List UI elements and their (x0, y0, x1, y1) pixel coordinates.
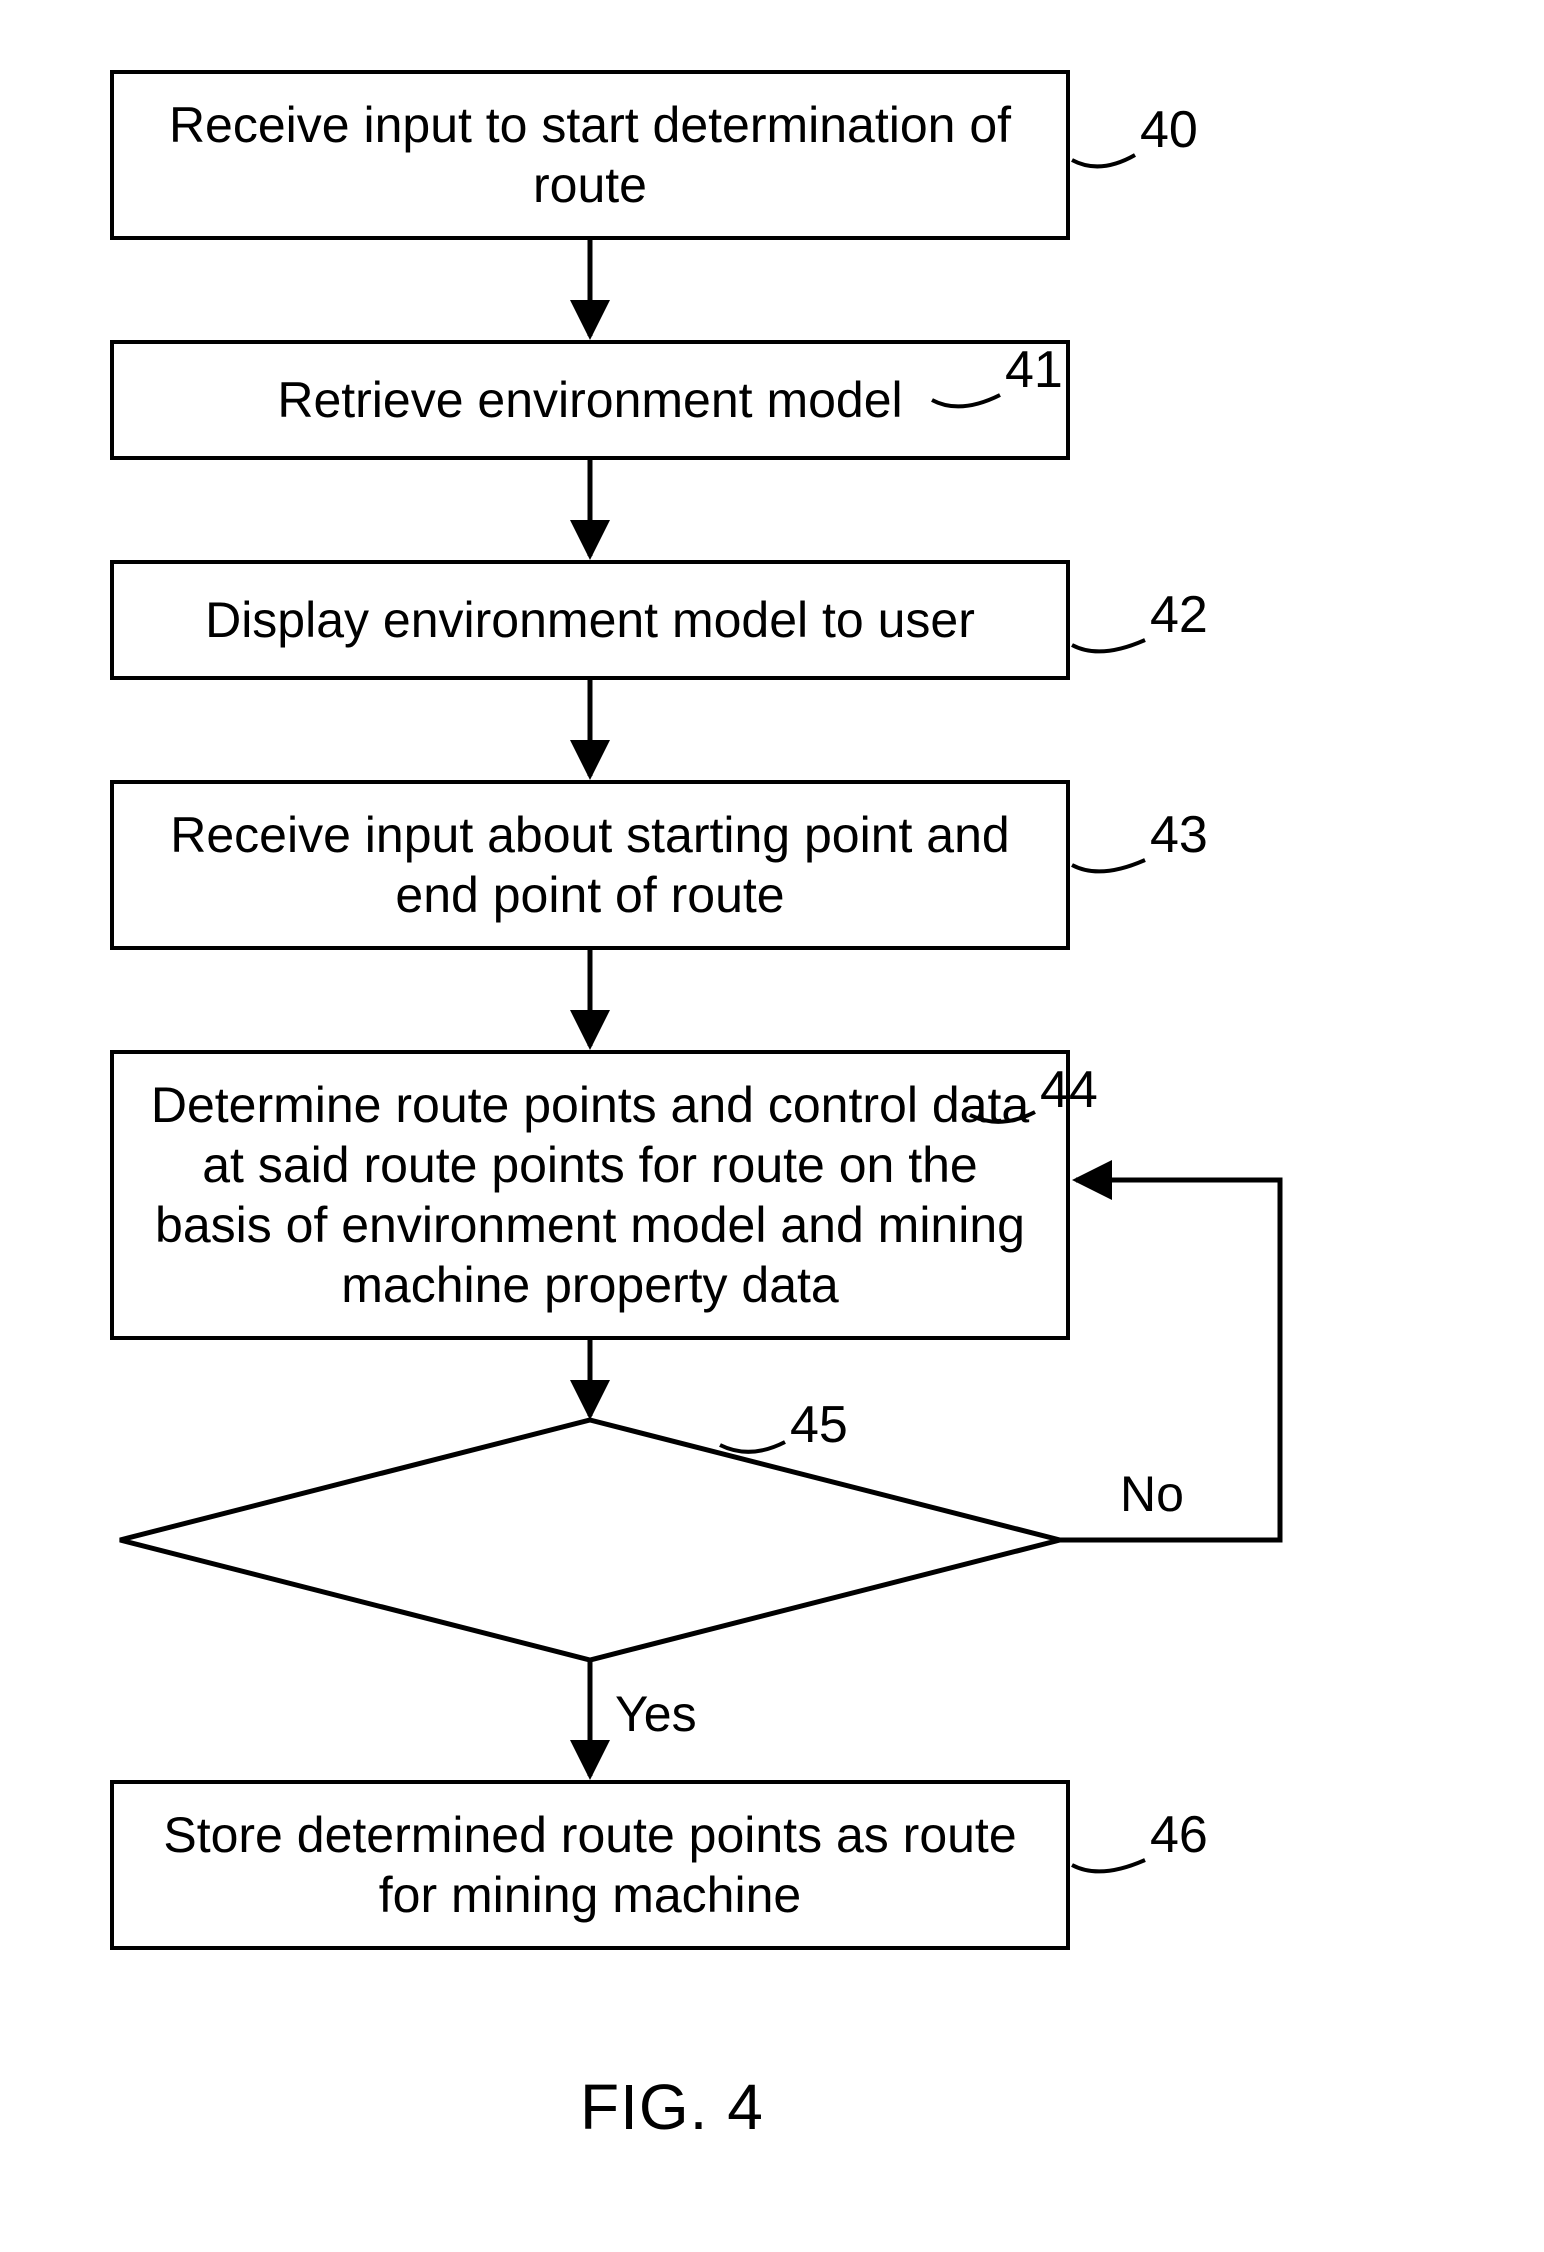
branch-no-label: No (1120, 1465, 1184, 1523)
ref-label-40: 40 (1140, 100, 1198, 160)
hook-40 (1072, 155, 1135, 166)
step-text: Determine route points and control data … (144, 1075, 1036, 1315)
step-determine-route-points: Determine route points and control data … (110, 1050, 1070, 1340)
decision-text: End point reached? (390, 1510, 840, 1568)
step-receive-start-end: Receive input about starting point and e… (110, 780, 1070, 950)
hook-43 (1072, 860, 1145, 871)
step-store-route: Store determined route points as route f… (110, 1780, 1070, 1950)
step-receive-input-start: Receive input to start determination of … (110, 70, 1070, 240)
hook-42 (1072, 640, 1145, 651)
hook-46 (1072, 1860, 1145, 1871)
step-text: Store determined route points as route f… (144, 1805, 1036, 1925)
step-display-env-model: Display environment model to user (110, 560, 1070, 680)
ref-label-42: 42 (1150, 585, 1208, 645)
step-text: Receive input to start determination of … (144, 95, 1036, 215)
branch-yes-label: Yes (615, 1685, 697, 1743)
ref-label-41: 41 (1005, 340, 1063, 400)
step-retrieve-env-model: Retrieve environment model (110, 340, 1070, 460)
hook-45 (720, 1442, 785, 1452)
ref-label-46: 46 (1150, 1805, 1208, 1865)
ref-label-43: 43 (1150, 805, 1208, 865)
step-text: Display environment model to user (205, 590, 975, 650)
step-text: Receive input about starting point and e… (144, 805, 1036, 925)
figure-caption: FIG. 4 (580, 2070, 764, 2144)
ref-label-44: 44 (1040, 1060, 1098, 1120)
ref-label-45: 45 (790, 1395, 848, 1455)
step-text: Retrieve environment model (277, 370, 902, 430)
